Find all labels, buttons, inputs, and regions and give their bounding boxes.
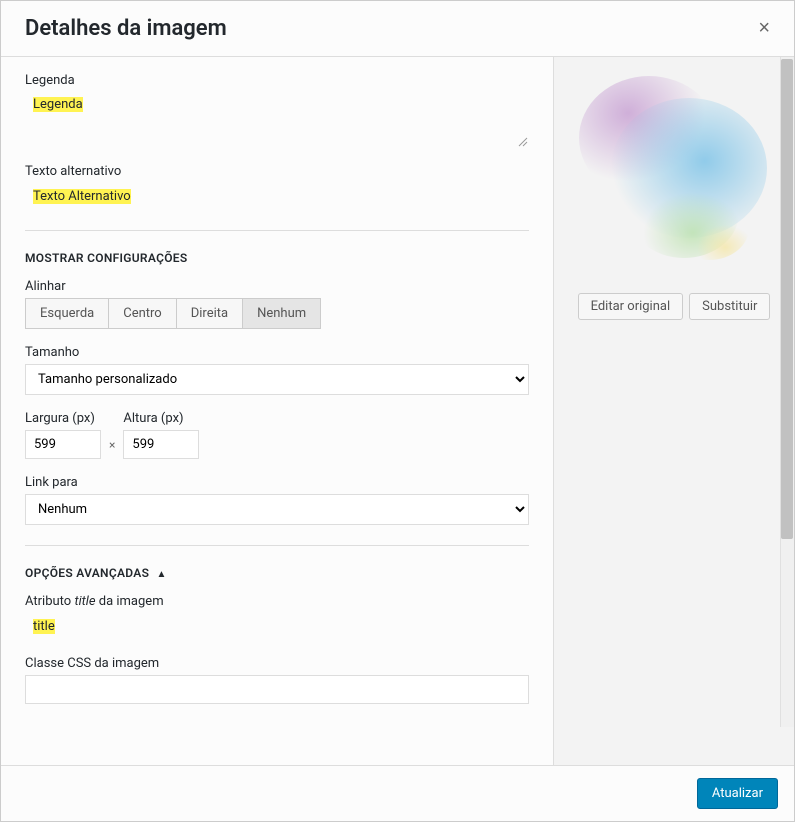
height-label: Altura (px) xyxy=(123,411,199,426)
align-label: Alinhar xyxy=(25,279,529,294)
right-panel: Editar original Substituir xyxy=(554,57,794,765)
align-center-button[interactable]: Centro xyxy=(109,299,176,328)
resize-handle-icon xyxy=(518,137,528,147)
align-right-button[interactable]: Direita xyxy=(177,299,243,328)
legenda-textarea[interactable]: Legenda xyxy=(25,92,529,148)
css-class-label: Classe CSS da imagem xyxy=(25,656,529,671)
link-label: Link para xyxy=(25,475,529,490)
field-alttext: Texto alternativo Texto Alternativo xyxy=(25,164,529,210)
image-details-modal: Detalhes da imagem × Legenda Legenda Tex… xyxy=(0,0,795,822)
field-dimensions: Largura (px) × Altura (px) xyxy=(25,411,529,459)
close-button[interactable]: × xyxy=(750,9,778,48)
right-buttons: Editar original Substituir xyxy=(570,293,778,320)
title-attr-label: Atributo title da imagem xyxy=(25,594,529,609)
chevron-up-icon: ▲ xyxy=(157,569,167,580)
title-attr-value: title xyxy=(33,619,55,634)
field-link: Link para Nenhum xyxy=(25,475,529,525)
legenda-value: Legenda xyxy=(33,97,83,112)
field-legenda: Legenda Legenda xyxy=(25,73,529,148)
modal-title: Detalhes da imagem xyxy=(25,16,227,41)
replace-button[interactable]: Substituir xyxy=(689,293,770,320)
scrollbar-thumb[interactable] xyxy=(781,59,793,539)
size-label: Tamanho xyxy=(25,345,529,360)
divider xyxy=(25,230,529,231)
modal-footer: Atualizar xyxy=(1,765,794,821)
field-title-attr: Atributo title da imagem title xyxy=(25,594,529,640)
width-input[interactable] xyxy=(25,430,101,459)
field-css-class: Classe CSS da imagem xyxy=(25,656,529,704)
link-select[interactable]: Nenhum xyxy=(25,494,529,525)
align-left-button[interactable]: Esquerda xyxy=(26,299,109,328)
field-align: Alinhar Esquerda Centro Direita Nenhum xyxy=(25,279,529,329)
update-button[interactable]: Atualizar xyxy=(697,778,778,809)
alttext-label: Texto alternativo xyxy=(25,164,529,179)
alttext-input[interactable]: Texto Alternativo xyxy=(25,183,529,210)
scrollbar-track[interactable] xyxy=(780,57,794,727)
display-settings-heading: MOSTRAR CONFIGURAÇÕES xyxy=(25,251,529,265)
legenda-label: Legenda xyxy=(25,73,529,88)
divider xyxy=(25,545,529,546)
modal-body: Legenda Legenda Texto alternativo Texto … xyxy=(1,57,794,765)
image-preview xyxy=(574,73,774,273)
css-class-input[interactable] xyxy=(25,675,529,704)
width-col: Largura (px) xyxy=(25,411,101,459)
align-none-button[interactable]: Nenhum xyxy=(243,299,320,328)
watercolor-icon xyxy=(574,73,774,273)
align-button-group: Esquerda Centro Direita Nenhum xyxy=(25,298,321,329)
height-input[interactable] xyxy=(123,430,199,459)
size-select[interactable]: Tamanho personalizado xyxy=(25,364,529,395)
title-attr-input[interactable]: title xyxy=(25,613,529,640)
advanced-options-heading[interactable]: OPÇÕES AVANÇADAS ▲ xyxy=(25,566,529,580)
modal-header: Detalhes da imagem × xyxy=(1,1,794,57)
alttext-value: Texto Alternativo xyxy=(33,189,131,204)
width-label: Largura (px) xyxy=(25,411,101,426)
left-panel: Legenda Legenda Texto alternativo Texto … xyxy=(1,57,554,765)
height-col: Altura (px) xyxy=(123,411,199,459)
edit-original-button[interactable]: Editar original xyxy=(578,293,684,320)
field-size: Tamanho Tamanho personalizado xyxy=(25,345,529,395)
dimension-separator: × xyxy=(109,438,115,459)
